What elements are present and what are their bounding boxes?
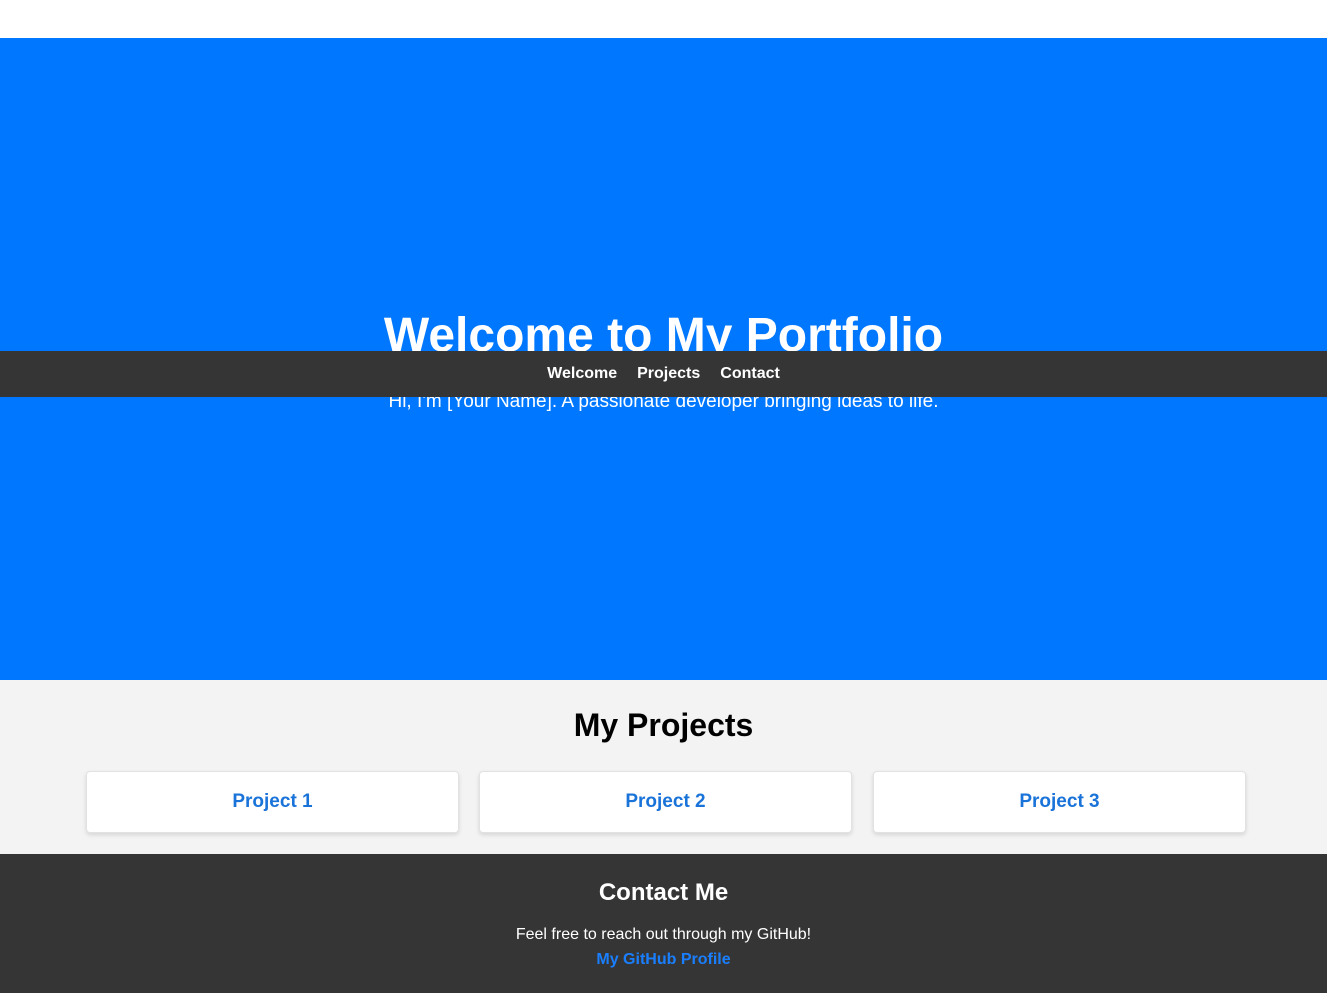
project-card-3[interactable]: Project 3 — [873, 771, 1246, 833]
project-link-1[interactable]: Project 1 — [232, 791, 312, 813]
projects-section: My Projects Project 1 Project 2 Project … — [0, 680, 1327, 854]
project-card-1[interactable]: Project 1 — [86, 771, 459, 833]
project-link-2[interactable]: Project 2 — [625, 791, 705, 813]
nav-link-welcome[interactable]: Welcome — [547, 365, 617, 383]
project-card-2[interactable]: Project 2 — [479, 771, 852, 833]
portfolio-page: Welcome to My Portfolio Hi, I'm [Your Na… — [0, 0, 1327, 993]
main-navbar: Welcome Projects Contact — [0, 351, 1327, 397]
nav-link-contact[interactable]: Contact — [720, 365, 780, 383]
contact-title: Contact Me — [598, 879, 729, 906]
contact-text: Feel free to reach out through my GitHub… — [515, 926, 812, 943]
github-profile-link[interactable]: My GitHub Profile — [0, 950, 1327, 970]
contact-section: Contact Me Feel free to reach out throug… — [0, 854, 1327, 993]
nav-link-projects[interactable]: Projects — [637, 365, 700, 383]
projects-title: My Projects — [573, 707, 754, 743]
project-link-3[interactable]: Project 3 — [1019, 791, 1099, 813]
